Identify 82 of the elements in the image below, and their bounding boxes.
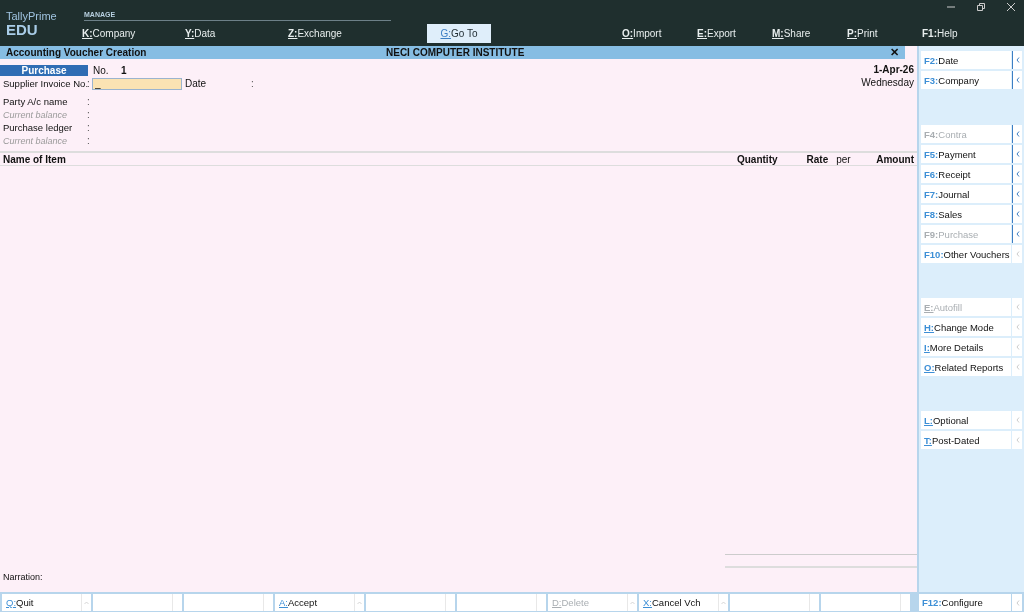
field-label: Current balance bbox=[3, 109, 69, 120]
menu-item[interactable]: K:Company bbox=[82, 28, 185, 39]
go-to-button[interactable]: G:Go To bbox=[427, 24, 491, 43]
menu-item[interactable]: Y:Data bbox=[185, 28, 288, 39]
chevron-left-icon bbox=[1015, 364, 1020, 370]
column-header: Rate bbox=[806, 153, 829, 165]
app-name: TallyPrime bbox=[6, 10, 58, 22]
chevron-left-icon bbox=[1015, 171, 1020, 177]
sidebar-button[interactable]: H:Change Mode bbox=[921, 318, 1011, 336]
screen-title: Accounting Voucher Creation bbox=[6, 47, 148, 58]
chevron-left-icon bbox=[1015, 599, 1020, 606]
chevron-left-icon bbox=[1015, 304, 1020, 310]
expand-tab[interactable] bbox=[1012, 205, 1022, 223]
sidebar-button[interactable]: F5:Payment bbox=[921, 145, 1011, 163]
expand-tab[interactable] bbox=[1012, 51, 1022, 69]
menu-item[interactable]: E:Export bbox=[697, 28, 772, 39]
expand-tab[interactable] bbox=[1012, 71, 1022, 89]
field-label: Party A/c name bbox=[3, 96, 69, 107]
number-label: No. bbox=[93, 65, 110, 76]
menu-item[interactable]: O:Import bbox=[622, 28, 697, 39]
voucher-date: 1-Apr-26 bbox=[873, 64, 914, 75]
voucher-number: 1 bbox=[121, 65, 127, 76]
chevron-left-icon bbox=[1015, 324, 1020, 330]
colon: : bbox=[251, 78, 254, 89]
field-label: Current balance bbox=[3, 135, 69, 146]
sidebar-button[interactable]: F6:Receipt bbox=[921, 165, 1011, 183]
field-label: Purchase ledger bbox=[3, 122, 74, 133]
chevron-up-icon bbox=[721, 600, 726, 605]
narration-label: Narration: bbox=[2, 572, 44, 582]
sidebar-button[interactable]: F7:Journal bbox=[921, 185, 1011, 203]
menu-item[interactable]: M:Share bbox=[772, 28, 847, 39]
voucher-type: Purchase bbox=[0, 65, 88, 76]
chevron-left-icon bbox=[1015, 77, 1020, 83]
weekday: Wednesday bbox=[861, 77, 914, 88]
chevron-left-icon bbox=[1015, 57, 1020, 63]
sidebar-button[interactable]: L:Optional bbox=[921, 411, 1011, 429]
field-label: Supplier Invoice No. bbox=[3, 78, 87, 89]
chevron-up-icon bbox=[630, 600, 635, 605]
colon: : bbox=[87, 109, 91, 120]
chevron-up-icon bbox=[357, 600, 362, 605]
colon: : bbox=[87, 135, 91, 146]
chevron-left-icon bbox=[1015, 231, 1020, 237]
configure-button[interactable]: F12:Configure bbox=[919, 594, 1011, 611]
action-button[interactable]: X:Cancel Vch bbox=[639, 594, 728, 611]
sidebar-button[interactable]: T:Post-Dated bbox=[921, 431, 1011, 449]
column-header: Quantity bbox=[736, 153, 778, 165]
column-header: Amount bbox=[876, 153, 914, 165]
column-header: per bbox=[836, 153, 852, 165]
colon: : bbox=[87, 122, 91, 133]
colon: : bbox=[87, 78, 91, 89]
action-button[interactable]: Q:Quit bbox=[2, 594, 91, 611]
close-icon[interactable] bbox=[1006, 2, 1016, 12]
chevron-up-icon bbox=[84, 600, 89, 605]
invoice-number-field[interactable]: _ bbox=[92, 77, 182, 90]
chevron-left-icon bbox=[1015, 151, 1020, 157]
chevron-left-icon bbox=[1015, 131, 1020, 137]
column-header: Name of Item bbox=[3, 153, 67, 165]
expand-tab[interactable] bbox=[1012, 165, 1022, 183]
chevron-left-icon bbox=[1015, 437, 1020, 443]
chevron-left-icon bbox=[1015, 251, 1020, 257]
chevron-left-icon bbox=[1015, 417, 1020, 423]
menu-item[interactable]: F1:Help bbox=[922, 28, 997, 39]
sidebar-button[interactable]: O:Related Reports bbox=[921, 358, 1011, 376]
sidebar-button[interactable]: I:More Details bbox=[921, 338, 1011, 356]
sidebar-button[interactable]: F10:Other Vouchers bbox=[921, 245, 1011, 263]
app-edition: EDU bbox=[6, 22, 38, 37]
chevron-left-icon bbox=[1015, 344, 1020, 350]
menu-item[interactable]: P:Print bbox=[847, 28, 922, 39]
close-button[interactable]: ✕ bbox=[890, 46, 899, 59]
sidebar-button[interactable]: F8:Sales bbox=[921, 205, 1011, 223]
restore-icon[interactable] bbox=[976, 2, 986, 12]
expand-tab[interactable] bbox=[1012, 145, 1022, 163]
expand-tab[interactable] bbox=[1012, 185, 1022, 203]
colon: : bbox=[87, 96, 91, 107]
company-name: NECI COMPUTER INSTITUTE bbox=[386, 47, 526, 58]
action-button[interactable]: A:Accept bbox=[275, 594, 364, 611]
menu-item[interactable]: Z:Exchange bbox=[288, 28, 391, 39]
chevron-left-icon bbox=[1015, 211, 1020, 217]
sidebar-button[interactable]: F3:Company bbox=[921, 71, 1011, 89]
field-label: Date bbox=[185, 78, 208, 89]
chevron-left-icon bbox=[1015, 191, 1020, 197]
sidebar-button[interactable]: F2:Date bbox=[921, 51, 1011, 69]
